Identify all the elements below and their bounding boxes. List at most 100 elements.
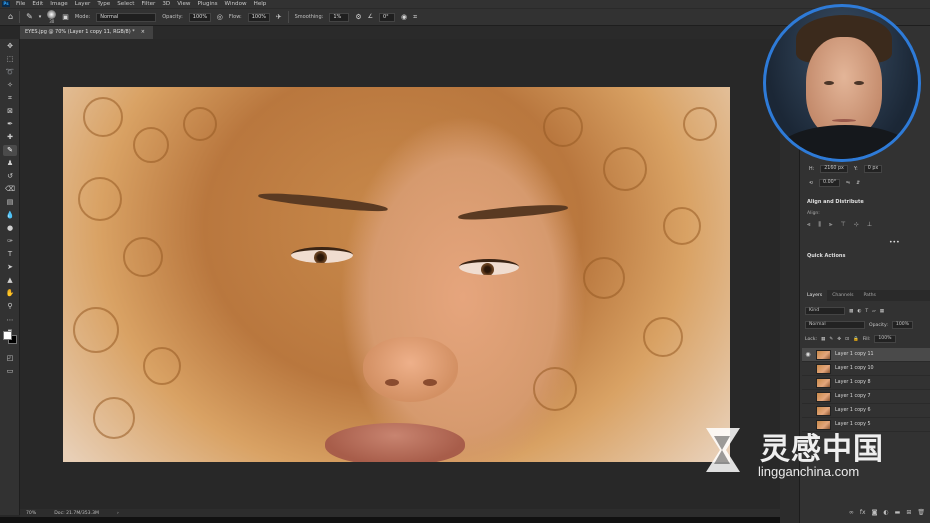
more-tools-icon[interactable]: ⋯: [3, 315, 17, 326]
gradient-tool-icon[interactable]: ▤: [3, 197, 17, 208]
dodge-tool-icon[interactable]: ●: [3, 223, 17, 234]
type-tool-icon[interactable]: T: [3, 249, 17, 260]
menu-layer[interactable]: Layer: [75, 1, 91, 7]
flow-field[interactable]: 100%: [247, 12, 270, 22]
filter-smart-object-icon[interactable]: ▦: [880, 309, 884, 314]
height-field[interactable]: 2160 px: [820, 165, 848, 173]
filter-adjustment-icon[interactable]: ◐: [857, 309, 861, 314]
crop-tool-icon[interactable]: ⌗: [3, 93, 17, 104]
add-mask-icon[interactable]: ◙: [872, 509, 878, 516]
brush-settings-icon[interactable]: ▣: [62, 13, 69, 21]
layer-row[interactable]: ◉ Layer 1 copy 11: [802, 348, 930, 362]
flip-horizontal-icon[interactable]: ⇋: [846, 181, 850, 186]
menu-edit[interactable]: Edit: [32, 1, 43, 7]
layer-row[interactable]: Layer 1 copy 6: [802, 404, 930, 418]
layer-opacity-field[interactable]: 100%: [891, 321, 914, 329]
trash-icon[interactable]: 🗑: [917, 509, 925, 516]
more-options-icon[interactable]: •••: [889, 239, 900, 246]
lasso-tool-icon[interactable]: ➰: [3, 67, 17, 78]
tab-paths[interactable]: Paths: [858, 290, 881, 301]
lock-transparent-icon[interactable]: ▦: [821, 337, 825, 342]
filter-type-icon[interactable]: T: [865, 309, 868, 314]
quick-select-tool-icon[interactable]: ✧: [3, 80, 17, 91]
align-center-icon[interactable]: ⫼: [818, 221, 821, 229]
fx-icon[interactable]: fx: [860, 509, 866, 516]
blur-tool-icon[interactable]: 💧: [3, 210, 17, 221]
menu-help[interactable]: Help: [254, 1, 267, 7]
align-middle-icon[interactable]: ⊹: [854, 221, 859, 229]
pen-tool-icon[interactable]: ✑: [3, 236, 17, 247]
flip-vertical-icon[interactable]: ⇵: [856, 181, 860, 186]
menu-window[interactable]: Window: [225, 1, 247, 7]
opacity-field[interactable]: 100%: [188, 12, 211, 22]
menu-image[interactable]: Image: [50, 1, 68, 7]
brush-tool-icon[interactable]: ✎: [26, 13, 33, 21]
menu-3d[interactable]: 3D: [162, 1, 170, 7]
zoom-tool-icon[interactable]: ⚲: [3, 301, 17, 312]
document-image[interactable]: [63, 87, 730, 462]
layer-row[interactable]: Layer 1 copy 10: [802, 362, 930, 376]
new-group-icon[interactable]: ▬: [895, 509, 901, 516]
home-icon[interactable]: ⌂: [8, 13, 13, 21]
align-panel-title[interactable]: Align and Distribute: [807, 199, 864, 205]
angle-field[interactable]: 0°: [379, 12, 395, 22]
eye-icon[interactable]: ◉: [802, 351, 814, 358]
align-top-icon[interactable]: ⊤: [841, 221, 846, 229]
adjustment-layer-icon[interactable]: ◐: [883, 509, 888, 516]
healing-brush-tool-icon[interactable]: ✚: [3, 132, 17, 143]
close-icon[interactable]: ×: [141, 26, 145, 39]
menu-type[interactable]: Type: [97, 1, 110, 7]
hand-tool-icon[interactable]: ✋: [3, 288, 17, 299]
menu-filter[interactable]: Filter: [141, 1, 155, 7]
canvas-area[interactable]: [20, 39, 780, 509]
airbrush-icon[interactable]: ✈: [276, 13, 282, 21]
menu-select[interactable]: Select: [117, 1, 134, 7]
new-layer-icon[interactable]: ⊞: [906, 509, 911, 516]
lock-image-icon[interactable]: ✎: [829, 337, 833, 342]
blend-mode-select[interactable]: Normal: [805, 321, 865, 329]
eraser-tool-icon[interactable]: ⌫: [3, 184, 17, 195]
kind-filter-select[interactable]: Kind: [805, 307, 845, 315]
lock-all-icon[interactable]: 🔒: [853, 337, 859, 342]
screen-mode-icon[interactable]: ▭: [3, 366, 17, 377]
align-left-icon[interactable]: ⫷: [807, 221, 810, 229]
pressure-opacity-icon[interactable]: ◎: [217, 13, 223, 21]
path-selection-tool-icon[interactable]: ➤: [3, 262, 17, 273]
filter-pixel-icon[interactable]: ▩: [849, 309, 853, 314]
tab-channels[interactable]: Channels: [827, 290, 858, 301]
frame-tool-icon[interactable]: ⊠: [3, 106, 17, 117]
brush-tool-icon[interactable]: ✎: [3, 145, 17, 156]
fill-field[interactable]: 100%: [874, 335, 896, 343]
clone-stamp-tool-icon[interactable]: ♟: [3, 158, 17, 169]
menu-plugins[interactable]: Plugins: [198, 1, 218, 7]
gear-icon[interactable]: ⚙: [355, 13, 361, 21]
align-right-icon[interactable]: ⫸: [829, 221, 832, 229]
lock-position-icon[interactable]: ✥: [837, 337, 841, 342]
foreground-color-swatch[interactable]: [3, 331, 12, 340]
document-tab[interactable]: EYES.jpg @ 70% (Layer 1 copy 11, RGB/8) …: [20, 26, 153, 39]
menu-file[interactable]: File: [16, 1, 25, 7]
zoom-level[interactable]: 70%: [26, 511, 36, 516]
mode-select[interactable]: Normal: [96, 12, 157, 22]
angle-field[interactable]: 0.00°: [819, 179, 841, 187]
eyedropper-tool-icon[interactable]: ✒: [3, 119, 17, 130]
align-bottom-icon[interactable]: ⊥: [867, 221, 872, 229]
smoothing-field[interactable]: 1%: [329, 12, 350, 22]
symmetry-icon[interactable]: ⌗: [413, 13, 417, 21]
layer-row[interactable]: Layer 1 copy 7: [802, 390, 930, 404]
quick-mask-icon[interactable]: ◰: [3, 353, 17, 364]
shape-tool-icon[interactable]: ▲: [3, 275, 17, 286]
chevron-down-icon[interactable]: ▾: [39, 14, 42, 20]
layer-row[interactable]: Layer 1 copy 8: [802, 376, 930, 390]
y-field[interactable]: 0 px: [863, 165, 883, 173]
marquee-tool-icon[interactable]: ⬚: [3, 54, 17, 65]
filter-shape-icon[interactable]: ▱: [872, 309, 876, 314]
history-brush-tool-icon[interactable]: ↺: [3, 171, 17, 182]
pressure-size-icon[interactable]: ◉: [401, 13, 407, 21]
lock-artboard-icon[interactable]: ⊡: [845, 337, 849, 342]
brush-preset-picker[interactable]: 30: [47, 10, 57, 24]
tab-layers[interactable]: Layers: [802, 290, 828, 301]
move-tool-icon[interactable]: ✥: [3, 41, 17, 52]
quick-actions-title[interactable]: Quick Actions: [807, 253, 845, 259]
status-menu-arrow[interactable]: ›: [117, 511, 119, 516]
